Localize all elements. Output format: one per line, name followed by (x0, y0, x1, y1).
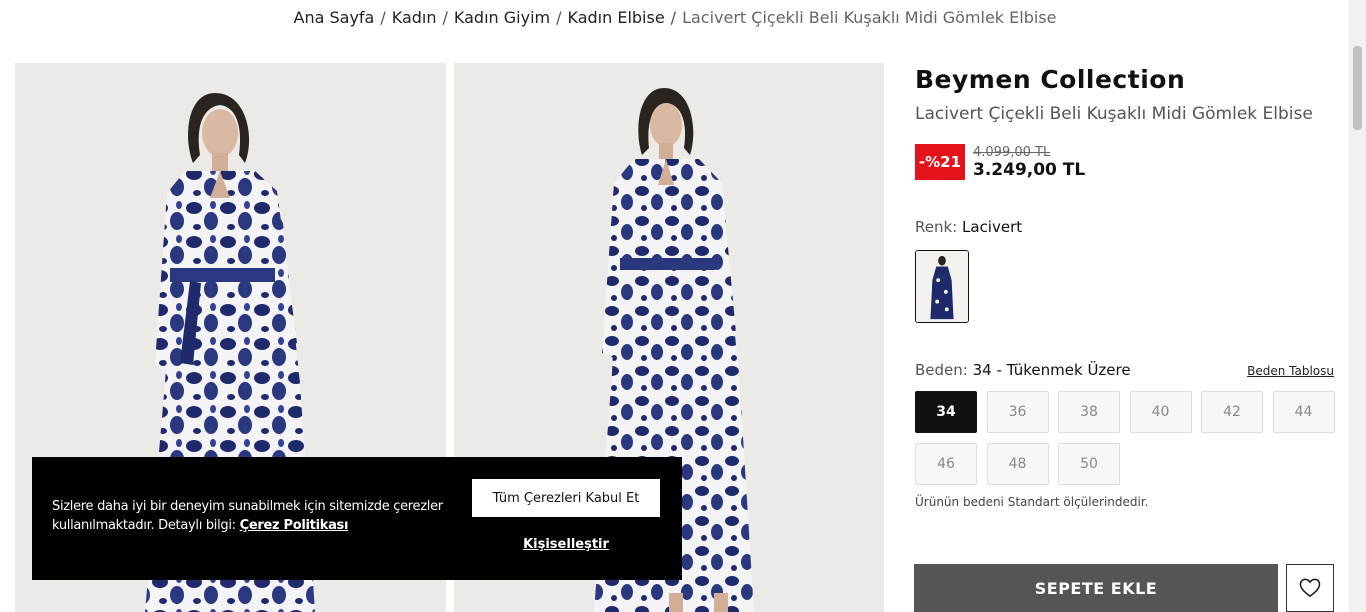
breadcrumb-separator: / (670, 8, 677, 27)
size-options: 34 36 38 40 42 44 46 48 50 (915, 391, 1335, 485)
color-value: Lacivert (962, 218, 1023, 236)
size-label-row: Beden: 34 - Tükenmek Üzere (915, 361, 1131, 379)
size-option-42[interactable]: 42 (1201, 391, 1263, 433)
price-block: -%21 4.099,00 TL 3.249,00 TL (915, 144, 1335, 180)
purchase-actions: SEPETE EKLE (914, 564, 1334, 612)
size-option-46[interactable]: 46 (915, 443, 977, 485)
size-option-48[interactable]: 48 (986, 443, 1049, 485)
old-price: 4.099,00 TL (973, 144, 1051, 160)
size-option-38[interactable]: 38 (1058, 391, 1120, 433)
product-info: Beymen Collection Lacivert Çiçekli Beli … (915, 63, 1335, 509)
wishlist-button[interactable] (1286, 564, 1334, 612)
scrollbar-thumb[interactable] (1353, 46, 1362, 130)
breadcrumb-item-women-dress[interactable]: Kadın Elbise (567, 8, 664, 27)
breadcrumb-separator: / (442, 8, 448, 27)
size-selector-header: Beden: 34 - Tükenmek Üzere Beden Tablosu (915, 361, 1334, 379)
customize-cookies-link[interactable]: Kişiselleştir (472, 537, 660, 552)
size-option-36[interactable]: 36 (986, 391, 1049, 433)
breadcrumb-separator: / (380, 8, 386, 27)
size-option-40[interactable]: 40 (1129, 391, 1192, 433)
size-option-44[interactable]: 44 (1272, 391, 1335, 433)
size-option-34[interactable]: 34 (915, 391, 977, 433)
breadcrumb: Ana Sayfa / Kadın / Kadın Giyim / Kadın Elbise… (0, 8, 1350, 27)
cookie-consent-banner: Sizlere daha iyi bir deneyim sunabilmek … (32, 457, 682, 580)
size-note: Ürünün bedeni Standart ölçülerindedir. (915, 495, 1149, 509)
breadcrumb-current: Lacivert Çiçekli Beli Kuşaklı Midi Gömle… (682, 8, 1057, 27)
current-price: 3.249,00 TL (973, 159, 1086, 180)
cookie-message: Sizlere daha iyi bir deneyim sunabilmek … (52, 497, 452, 535)
breadcrumb-separator: / (556, 8, 562, 27)
size-value: 34 - Tükenmek Üzere (972, 361, 1131, 379)
color-selector-label: Renk: Lacivert (915, 218, 1335, 236)
size-chart-link[interactable]: Beden Tablosu (1247, 364, 1334, 378)
discount-badge: -%21 (915, 144, 965, 180)
color-swatch-lacivert[interactable] (915, 250, 969, 323)
cookie-policy-link[interactable]: Çerez Politikası (240, 518, 349, 533)
breadcrumb-item-women[interactable]: Kadın (392, 8, 437, 27)
heart-icon (1299, 578, 1321, 598)
product-title: Lacivert Çiçekli Beli Kuşaklı Midi Gömle… (915, 104, 1313, 124)
swatch-thumbnail (916, 251, 968, 322)
accept-all-cookies-button[interactable]: Tüm Çerezleri Kabul Et (472, 479, 660, 517)
size-option-50[interactable]: 50 (1058, 443, 1120, 485)
size-label: Beden: (915, 361, 968, 379)
breadcrumb-item-home[interactable]: Ana Sayfa (294, 8, 375, 27)
price-values: 4.099,00 TL 3.249,00 TL (973, 145, 1085, 180)
page-scrollbar[interactable] (1349, 0, 1366, 612)
breadcrumb-item-women-clothing[interactable]: Kadın Giyim (454, 8, 550, 27)
brand-name[interactable]: Beymen Collection (915, 65, 1335, 94)
color-label: Renk: (915, 218, 958, 236)
add-to-cart-button[interactable]: SEPETE EKLE (914, 564, 1278, 612)
